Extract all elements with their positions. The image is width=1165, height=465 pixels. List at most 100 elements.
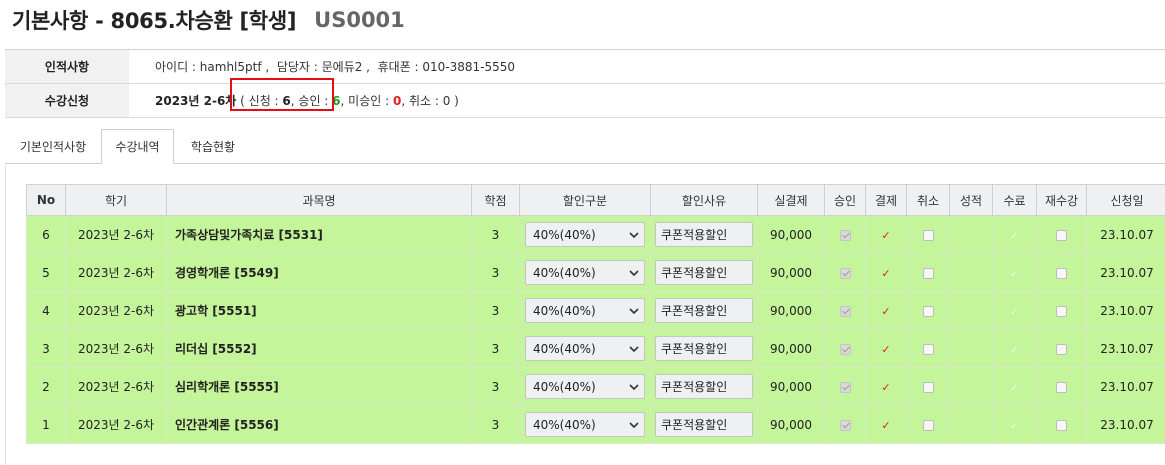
approved-checkbox[interactable] — [839, 229, 851, 241]
cancel-checkbox[interactable] — [922, 381, 934, 393]
discount-reason-input[interactable]: 쿠폰적용할인 — [655, 374, 753, 399]
cell-retake — [1036, 367, 1087, 406]
retake-checkbox[interactable] — [1056, 343, 1067, 355]
cell-approved — [824, 329, 866, 368]
cell-reason: 쿠폰적용할인 — [650, 253, 758, 292]
discount-select[interactable]: 40%(40%) — [525, 336, 645, 361]
course-panel: No 학기 과목명 학점 할인구분 할인사유 실결제 승인 결제 취소 성적 수… — [5, 163, 1165, 465]
cancel-checkbox[interactable] — [922, 305, 934, 317]
cell-subject: 가족상담및가족치료 [5531] — [166, 215, 472, 254]
discount-select[interactable]: 40%(40%) — [525, 412, 645, 437]
discount-select[interactable]: 40%(40%) — [525, 374, 645, 399]
approved-checkbox[interactable] — [839, 267, 851, 279]
course-table: No 학기 과목명 학점 할인구분 할인사유 실결제 승인 결제 취소 성적 수… — [26, 184, 1165, 444]
approved-checkbox[interactable] — [839, 381, 851, 393]
cell-amount: 90,000 — [757, 291, 825, 330]
enroll-cancel-count: 0 — [442, 93, 451, 108]
cell-term: 2023년 2-6차 — [65, 367, 167, 406]
approved-checkbox[interactable] — [839, 343, 851, 355]
discount-select[interactable]: 40%(40%) — [525, 298, 645, 323]
table-row: 5 2023년 2-6차 경영학개론 [5549] 3 40%(40%) 쿠폰적… — [26, 253, 1165, 292]
retake-checkbox[interactable] — [1056, 419, 1067, 431]
chevron-down-icon — [629, 307, 639, 314]
header-date: 신청일 — [1086, 184, 1165, 216]
cell-paid: ✓ — [865, 405, 907, 444]
discount-select-value: 40%(40%) — [533, 379, 596, 394]
tab-learning-status[interactable]: 학습현황 — [174, 129, 252, 163]
cell-retake — [1036, 291, 1087, 330]
retake-checkbox[interactable] — [1056, 381, 1067, 393]
cell-amount: 90,000 — [757, 215, 825, 254]
cancel-checkbox[interactable] — [922, 343, 934, 355]
discount-reason-input[interactable]: 쿠폰적용할인 — [655, 336, 753, 361]
cell-approved — [824, 215, 866, 254]
complete-check-icon: ✓ — [1009, 380, 1020, 394]
tab-basic-info[interactable]: 기본인적사항 — [5, 129, 101, 163]
cell-no: 2 — [26, 367, 66, 406]
cell-canceled — [906, 215, 950, 254]
discount-reason-input[interactable]: 쿠폰적용할인 — [655, 298, 753, 323]
discount-select[interactable]: 40%(40%) — [525, 260, 645, 285]
cell-complete: ✓ — [992, 253, 1037, 292]
cancel-checkbox[interactable] — [922, 229, 934, 241]
cell-reason: 쿠폰적용할인 — [650, 405, 758, 444]
cell-canceled — [906, 291, 950, 330]
header-complete: 수료 — [992, 184, 1037, 216]
page-header: 기본사항 - 8065.차승환 [학생] US0001 — [12, 4, 405, 36]
table-row: 6 2023년 2-6차 가족상담및가족치료 [5531] 3 40%(40%)… — [26, 215, 1165, 254]
cancel-checkbox[interactable] — [922, 419, 934, 431]
cell-date: 23.10.07 — [1086, 291, 1165, 330]
cell-grade — [949, 253, 993, 292]
approved-checkbox[interactable] — [839, 305, 851, 317]
complete-check-icon: ✓ — [1009, 304, 1020, 318]
cell-reason: 쿠폰적용할인 — [650, 291, 758, 330]
cell-reason: 쿠폰적용할인 — [650, 215, 758, 254]
cell-approved — [824, 291, 866, 330]
cell-subject: 리더십 [5552] — [166, 329, 472, 368]
table-row: 4 2023년 2-6차 광고학 [5551] 3 40%(40%) 쿠폰적용할… — [26, 291, 1165, 330]
retake-checkbox[interactable] — [1056, 229, 1067, 241]
cell-no: 5 — [26, 253, 66, 292]
discount-reason-input[interactable]: 쿠폰적용할인 — [655, 260, 753, 285]
tab-course-history[interactable]: 수강내역 — [101, 129, 174, 164]
cell-credit: 3 — [471, 329, 520, 368]
cell-approved — [824, 367, 866, 406]
cell-discount: 40%(40%) — [519, 329, 651, 368]
paid-check-icon: ✓ — [881, 418, 891, 432]
cell-discount: 40%(40%) — [519, 215, 651, 254]
discount-reason-input[interactable]: 쿠폰적용할인 — [655, 222, 753, 247]
cell-reason: 쿠폰적용할인 — [650, 367, 758, 406]
cell-discount: 40%(40%) — [519, 405, 651, 444]
cell-credit: 3 — [471, 215, 520, 254]
cell-discount: 40%(40%) — [519, 367, 651, 406]
info-box: 인적사항 아이디 : hamhl5ptf , 담당자 : 문에듀2 , 휴대폰 … — [5, 49, 1165, 118]
table-body: 6 2023년 2-6차 가족상담및가족치료 [5531] 3 40%(40%)… — [26, 215, 1165, 444]
cell-canceled — [906, 367, 950, 406]
cell-amount: 90,000 — [757, 367, 825, 406]
cell-no: 1 — [26, 405, 66, 444]
approved-checkbox[interactable] — [839, 419, 851, 431]
cell-credit: 3 — [471, 367, 520, 406]
cell-term: 2023년 2-6차 — [65, 253, 167, 292]
retake-checkbox[interactable] — [1056, 267, 1067, 279]
paid-check-icon: ✓ — [881, 304, 891, 318]
cancel-checkbox[interactable] — [922, 267, 934, 279]
table-row: 1 2023년 2-6차 인간관계론 [5556] 3 40%(40%) 쿠폰적… — [26, 405, 1165, 444]
retake-checkbox[interactable] — [1056, 305, 1067, 317]
cell-term: 2023년 2-6차 — [65, 215, 167, 254]
cell-subject: 광고학 [5551] — [166, 291, 472, 330]
discount-select[interactable]: 40%(40%) — [525, 222, 645, 247]
cell-no: 6 — [26, 215, 66, 254]
cell-no: 3 — [26, 329, 66, 368]
cell-approved — [824, 405, 866, 444]
cell-canceled — [906, 329, 950, 368]
discount-reason-input[interactable]: 쿠폰적용할인 — [655, 412, 753, 437]
cell-date: 23.10.07 — [1086, 253, 1165, 292]
header-term: 학기 — [65, 184, 167, 216]
cell-complete: ✓ — [992, 367, 1037, 406]
cell-canceled — [906, 253, 950, 292]
cell-complete: ✓ — [992, 215, 1037, 254]
cell-grade — [949, 405, 993, 444]
table-row: 3 2023년 2-6차 리더십 [5552] 3 40%(40%) 쿠폰적용할… — [26, 329, 1165, 368]
cell-grade — [949, 215, 993, 254]
